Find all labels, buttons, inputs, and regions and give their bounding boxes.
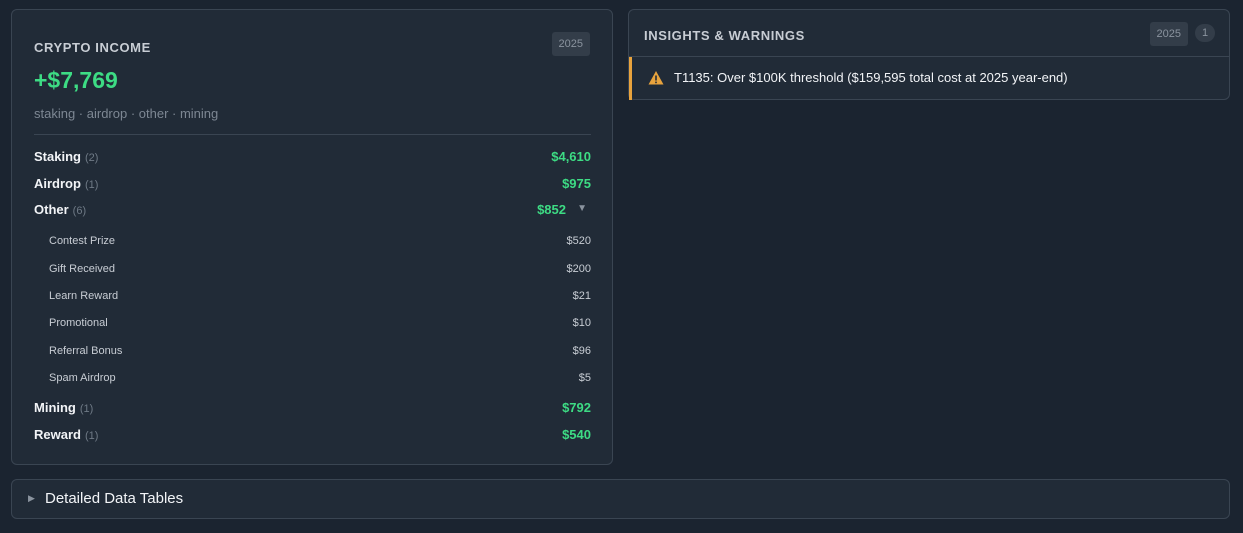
other-item-name: Referral Bonus	[49, 345, 123, 357]
other-item-row: Referral Bonus $96	[49, 343, 591, 361]
category-amount: $792	[562, 400, 591, 415]
category-amount: $975	[562, 176, 591, 191]
other-item-amount: $10	[572, 317, 591, 329]
category-name: Mining	[34, 400, 76, 415]
other-item-amount: $21	[572, 290, 591, 302]
category-count: (6)	[72, 205, 87, 217]
other-item-name: Learn Reward	[49, 290, 119, 302]
insights-year-badge: 2025	[1149, 22, 1188, 46]
other-item-name: Gift Received	[49, 263, 116, 275]
category-amount: $540	[562, 427, 591, 442]
detailed-data-tables-label[interactable]: Detailed Data Tables	[45, 490, 183, 507]
other-item-amount: $5	[578, 372, 591, 384]
warning-count-badge: 1	[1195, 24, 1215, 42]
other-item-amount: $96	[572, 345, 591, 357]
category-row-mining: Mining (1) $792	[34, 398, 591, 418]
income-divider	[34, 134, 591, 135]
category-row-reward: Reward (1) $540	[34, 425, 591, 445]
insights-title: INSIGHTS & WARNINGS	[644, 28, 805, 43]
category-row-airdrop: Airdrop (1) $975	[34, 174, 591, 194]
other-item-row: Promotional $10	[49, 315, 591, 333]
category-name: Airdrop	[34, 176, 81, 191]
category-count: (1)	[84, 430, 99, 442]
category-row-staking: Staking (2) $4,610	[34, 147, 591, 167]
other-item-row: Learn Reward $21	[49, 288, 591, 306]
category-count: (2)	[84, 152, 99, 164]
expand-arrow-icon[interactable]: ▶	[28, 493, 35, 504]
warning-item: T1135: Over $100K threshold ($159,595 to…	[629, 57, 1229, 100]
income-title: CRYPTO INCOME	[34, 40, 151, 55]
category-amount: $852	[537, 202, 566, 217]
category-name: Reward	[34, 427, 81, 442]
collapse-chevron-icon[interactable]: ▼	[577, 203, 587, 214]
income-total: +$7,769	[34, 67, 118, 93]
other-item-amount: $200	[566, 263, 591, 275]
other-item-row: Gift Received $200	[49, 261, 591, 279]
category-name: Staking	[34, 149, 81, 164]
category-row-other[interactable]: Other (6) $852 ▼	[34, 200, 591, 220]
detailed-data-tables-toggle[interactable]: ▶ Detailed Data Tables	[11, 479, 1230, 519]
crypto-income-card: CRYPTO INCOME 2025 +$7,769 staking · air…	[11, 9, 613, 465]
other-item-name: Spam Airdrop	[49, 372, 116, 384]
category-count: (1)	[84, 179, 99, 191]
warning-icon	[648, 71, 664, 85]
other-item-amount: $520	[566, 235, 591, 247]
insights-warnings-card: INSIGHTS & WARNINGS 2025 1 T1135: Over $…	[628, 9, 1230, 100]
other-item-row: Spam Airdrop $5	[49, 370, 591, 388]
category-count: (1)	[79, 403, 94, 415]
other-item-row: Contest Prize $520	[49, 233, 591, 251]
income-subtitle: staking · airdrop · other · mining	[34, 106, 219, 121]
income-year-badge: 2025	[551, 32, 590, 56]
category-amount: $4,610	[551, 149, 591, 164]
category-name: Other	[34, 202, 69, 217]
other-item-name: Promotional	[49, 317, 108, 329]
other-item-name: Contest Prize	[49, 235, 116, 247]
warning-text: T1135: Over $100K threshold ($159,595 to…	[674, 70, 1068, 85]
